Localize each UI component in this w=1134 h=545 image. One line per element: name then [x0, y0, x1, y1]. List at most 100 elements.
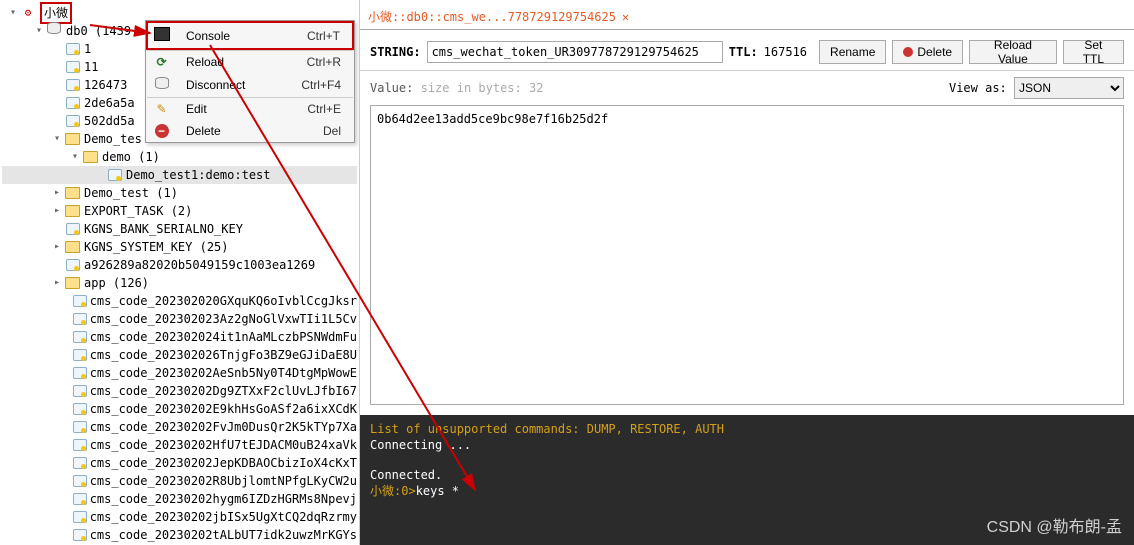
- key-node[interactable]: cms_code_20230202E9khHsGoASf2a6ixXCdK: [2, 400, 357, 418]
- view-as-label: View as:: [949, 81, 1007, 95]
- key-icon: [73, 455, 86, 471]
- watermark: CSDN @勒布朗-孟: [987, 513, 1122, 537]
- key-label: cms_code_20230202jbISx5UgXtCQ2dqRzrmy: [90, 508, 357, 526]
- key-node[interactable]: KGNS_BANK_SERIALNO_KEY: [2, 220, 357, 238]
- key-icon: [64, 113, 80, 129]
- context-menu: Console Ctrl+T ⟳ Reload Ctrl+R Disconnec…: [145, 20, 355, 143]
- menu-label: Console: [180, 22, 278, 49]
- key-icon: [73, 383, 86, 399]
- value-row: Value: size in bytes: 32 View as: JSON: [360, 71, 1134, 105]
- key-icon: [73, 527, 86, 543]
- key-label: cms_code_20230202Dg9ZTXxF2clUvLJfbI67: [90, 382, 357, 400]
- key-label: cms_code_202302024it1nAaMLczbPSNWdmFu: [90, 328, 357, 346]
- key-icon: [73, 293, 86, 309]
- key-node[interactable]: cms_code_20230202FvJm0DusQr2K5kTYp7Xa: [2, 418, 357, 436]
- key-icon: [73, 419, 86, 435]
- key-node[interactable]: Demo_test1:demo:test: [2, 166, 357, 184]
- key-node[interactable]: cms_code_202302023Az2gNoGlVxwTIi1L5Cv: [2, 310, 357, 328]
- key-properties: STRING: TTL: 167516 Rename Delete Reload…: [360, 30, 1134, 71]
- folder-node[interactable]: ▸Demo_test (1): [2, 184, 357, 202]
- key-node[interactable]: cms_code_202302024it1nAaMLczbPSNWdmFu: [2, 328, 357, 346]
- key-icon: [106, 167, 122, 183]
- tab-bar: 小微::db0::cms_we...778729129754625 ✕: [360, 0, 1134, 30]
- key-name-input[interactable]: [427, 41, 723, 63]
- expander-icon[interactable]: ▾: [6, 4, 20, 22]
- chevron-right-icon[interactable]: ▸: [50, 202, 64, 220]
- value-content: 0b64d2ee13add5ce9bc98e7f16b25d2f: [377, 112, 608, 126]
- key-icon: [73, 437, 86, 453]
- console-prompt: 小微:0>: [370, 484, 416, 498]
- menu-accel: Ctrl+R: [278, 51, 353, 74]
- menu-label: Reload: [180, 51, 278, 74]
- reload-icon: ⟳: [156, 55, 166, 69]
- tree-panel: ▾ ⚙ 小微 ▾ db0 (1439 1 11 126473 2de6a5a 5…: [0, 0, 360, 545]
- folder-icon: [64, 275, 80, 291]
- chevron-right-icon[interactable]: ▸: [50, 184, 64, 202]
- key-icon: [73, 329, 86, 345]
- key-label: cms_code_20230202FvJm0DusQr2K5kTYp7Xa: [90, 418, 357, 436]
- rename-button[interactable]: Rename: [819, 40, 886, 64]
- key-label: cms_code_20230202E9khHsGoASf2a6ixXCdK: [90, 400, 357, 418]
- key-node[interactable]: cms_code_20230202R8UbjlomtNPfgLKyCW2u: [2, 472, 357, 490]
- folder-icon: [64, 239, 80, 255]
- folder-node[interactable]: ▸app (126): [2, 274, 357, 292]
- expander-icon[interactable]: ▾: [68, 148, 82, 166]
- folder-node[interactable]: ▸KGNS_SYSTEM_KEY (25): [2, 238, 357, 256]
- key-icon: [64, 59, 80, 75]
- key-label: cms_code_20230202JepKDBAOCbizIoX4cKxT: [90, 454, 357, 472]
- key-icon: [73, 365, 86, 381]
- key-node[interactable]: cms_code_20230202JepKDBAOCbizIoX4cKxT: [2, 454, 357, 472]
- menu-accel: Ctrl+T: [278, 22, 353, 49]
- key-label: cms_code_202302020GXquKQ6oIvblCcgJksr: [90, 292, 357, 310]
- key-node[interactable]: cms_code_20230202hygm6IZDzHGRMs8Npevj: [2, 490, 357, 508]
- key-icon: [64, 41, 80, 57]
- ttl-value: 167516: [764, 45, 807, 59]
- menu-item-console[interactable]: Console Ctrl+T: [147, 22, 353, 49]
- value-textarea[interactable]: 0b64d2ee13add5ce9bc98e7f16b25d2f: [370, 105, 1124, 405]
- expander-icon[interactable]: ▾: [50, 130, 64, 148]
- delete-button[interactable]: Delete: [892, 40, 963, 64]
- key-node[interactable]: cms_code_20230202jbISx5UgXtCQ2dqRzrmy: [2, 508, 357, 526]
- key-node[interactable]: cms_code_20230202HfU7tEJDACM0uB24xaVk: [2, 436, 357, 454]
- db-label: db0 (1439: [66, 22, 131, 40]
- folder-node[interactable]: ▸EXPORT_TASK (2): [2, 202, 357, 220]
- menu-label: Delete: [180, 120, 278, 142]
- server-icon: ⚙: [20, 5, 36, 21]
- key-node[interactable]: cms_code_202302026TnjgFo3BZ9eGJiDaE8U: [2, 346, 357, 364]
- chevron-right-icon[interactable]: ▸: [50, 274, 64, 292]
- folder-icon: [82, 149, 98, 165]
- tab-title[interactable]: 小微::db0::cms_we...778729129754625: [368, 8, 616, 25]
- key-node[interactable]: cms_code_20230202Dg9ZTXxF2clUvLJfbI67: [2, 382, 357, 400]
- key-node[interactable]: cms_code_202302020GXquKQ6oIvblCcgJksr: [2, 292, 357, 310]
- key-label: cms_code_202302026TnjgFo3BZ9eGJiDaE8U: [90, 346, 357, 364]
- console-line: Connecting ...: [370, 437, 1124, 453]
- key-icon: [73, 311, 86, 327]
- value-label: Value:: [370, 81, 413, 95]
- key-icon: [73, 401, 86, 417]
- key-node[interactable]: cms_code_20230202AeSnb5Ny0T4DtgMpWowE: [2, 364, 357, 382]
- key-node[interactable]: cms_code_20230202tALbUT7idk2uwzMrKGYs: [2, 526, 357, 544]
- key-node[interactable]: a926289a82020b5049159c1003ea1269: [2, 256, 357, 274]
- expander-icon[interactable]: ▾: [32, 22, 46, 40]
- chevron-right-icon[interactable]: ▸: [50, 238, 64, 256]
- menu-item-edit[interactable]: ✎ Edit Ctrl+E: [147, 97, 353, 120]
- console-warn-line: List of unsupported commands: DUMP, REST…: [370, 421, 1124, 437]
- key-label: cms_code_20230202R8UbjlomtNPfgLKyCW2u: [90, 472, 357, 490]
- console-line: Connected.: [370, 467, 1124, 483]
- view-as-select[interactable]: JSON: [1014, 77, 1124, 99]
- console-icon: [154, 30, 170, 44]
- reload-value-button[interactable]: Reload Value: [969, 40, 1057, 64]
- tab-close-icon[interactable]: ✕: [622, 10, 629, 24]
- folder-node[interactable]: ▾demo (1): [2, 148, 357, 166]
- key-label: cms_code_20230202AeSnb5Ny0T4DtgMpWowE: [90, 364, 357, 382]
- key-label: cms_code_20230202tALbUT7idk2uwzMrKGYs: [90, 526, 357, 544]
- ttl-label: TTL:: [729, 45, 758, 59]
- set-ttl-button[interactable]: Set TTL: [1063, 40, 1124, 64]
- key-icon: [73, 491, 86, 507]
- menu-item-reload[interactable]: ⟳ Reload Ctrl+R: [147, 51, 353, 74]
- menu-item-delete[interactable]: − Delete Del: [147, 120, 353, 142]
- folder-icon: [64, 185, 80, 201]
- key-icon: [64, 95, 80, 111]
- key-icon: [64, 77, 80, 93]
- menu-item-disconnect[interactable]: Disconnect Ctrl+F4: [147, 73, 353, 96]
